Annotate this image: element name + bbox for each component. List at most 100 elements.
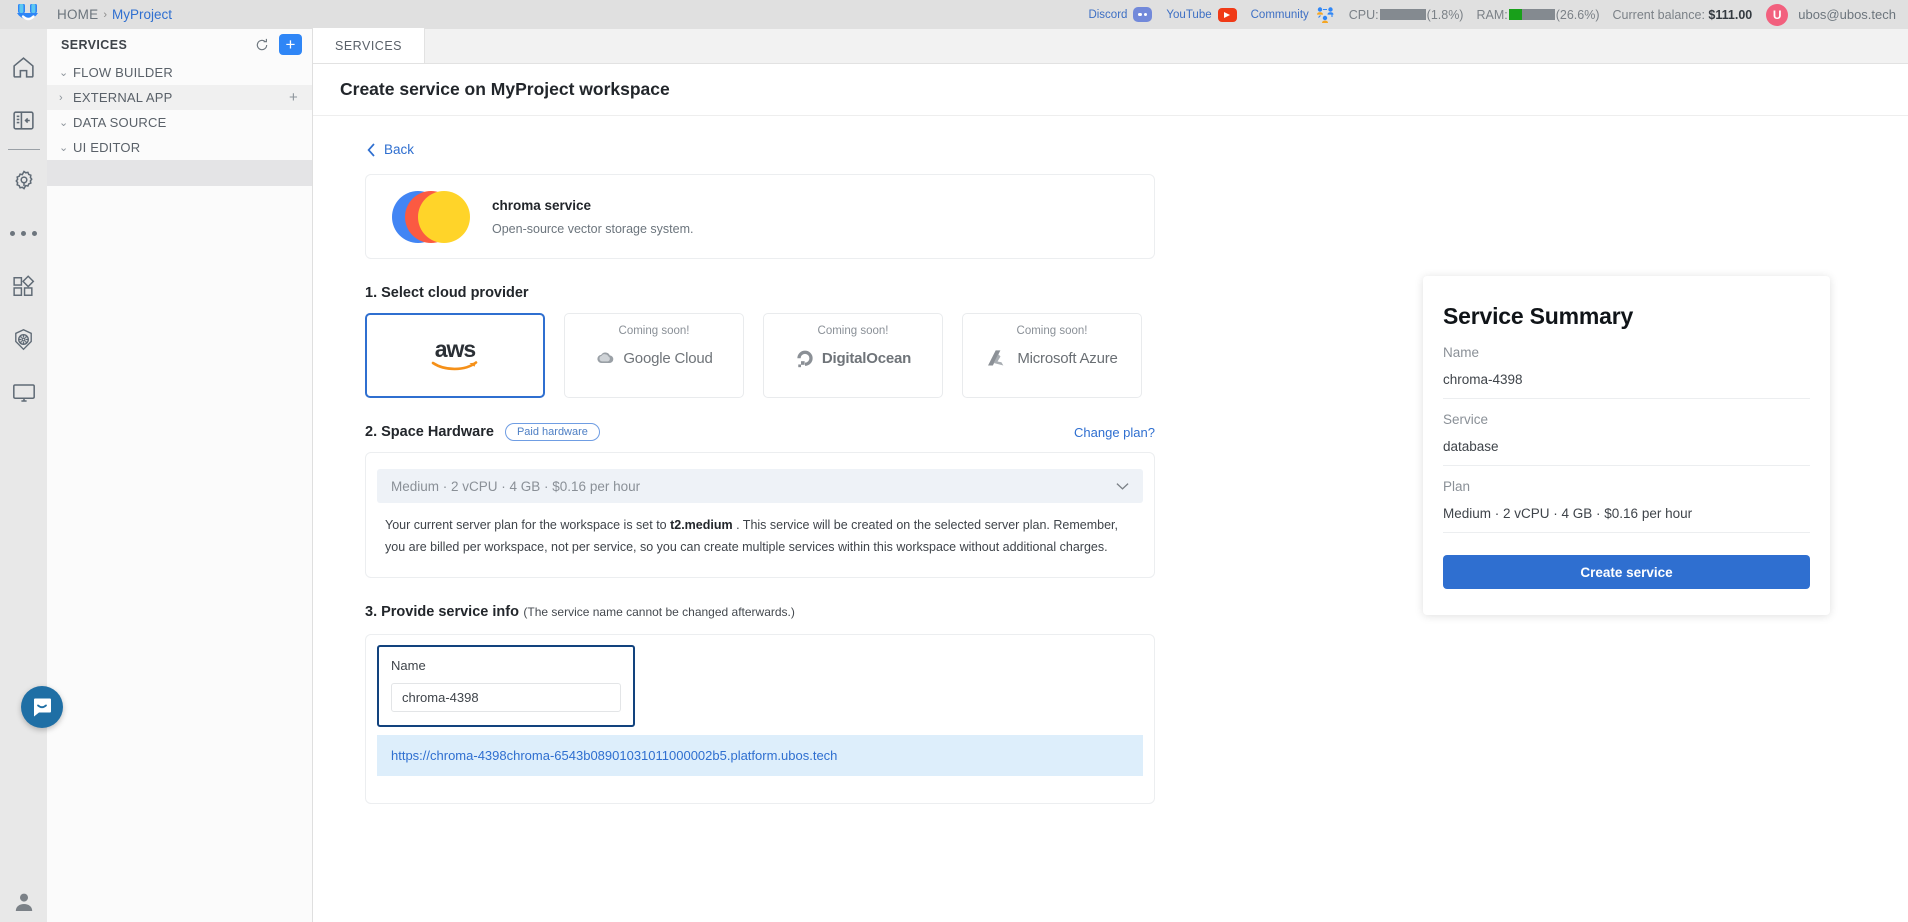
name-field-group: Name — [377, 644, 635, 727]
community-label: Community — [1250, 8, 1309, 21]
service-url-link[interactable]: https://chroma-4398chroma-6543b089010310… — [391, 748, 837, 763]
intercom-chat-button[interactable] — [21, 686, 63, 728]
community-link[interactable]: Community — [1251, 6, 1335, 24]
monitor-icon[interactable] — [0, 366, 47, 419]
summary-label-service: Service — [1443, 412, 1489, 427]
cpu-metric: CPU: (1.8%) — [1349, 8, 1464, 22]
form-column: chroma service Open-source vector storag… — [365, 174, 1155, 804]
sidebar-item-data-source[interactable]: ⌄ DATA SOURCE — [47, 110, 312, 135]
refresh-icon[interactable] — [254, 37, 270, 53]
step-1-title: 1. Select cloud provider — [365, 285, 529, 301]
youtube-link[interactable]: YouTube — [1166, 7, 1237, 22]
ram-metric: RAM: (26.6%) — [1476, 8, 1599, 22]
microsoft-azure-label: Microsoft Azure — [1017, 350, 1118, 367]
chevron-down-icon: ⌄ — [59, 67, 69, 79]
summary-divider — [1443, 532, 1810, 533]
sidebar-selection-highlight — [47, 160, 312, 186]
sidebar-item-external-app[interactable]: › EXTERNAL APP + — [47, 85, 312, 110]
settings-wrench-icon[interactable] — [0, 154, 47, 207]
app-root: HOME › MyProject Discord YouTube Communi… — [0, 0, 1908, 922]
more-dots-icon[interactable] — [0, 207, 47, 260]
service-info-card: Name https://chroma-4398chroma-6543b0890… — [365, 633, 1155, 804]
tab-services[interactable]: SERVICES — [313, 28, 425, 63]
create-service-button[interactable]: Create service — [1443, 555, 1810, 589]
coming-soon-label: Coming soon! — [817, 325, 889, 337]
breadcrumb-project[interactable]: MyProject — [112, 7, 172, 22]
services-panel: SERVICES + ⌄ FLOW BUILDER › EXTERNAL APP… — [47, 29, 313, 922]
page-content: Back chroma service Open-source vector s… — [313, 116, 1908, 922]
add-external-app-icon[interactable]: + — [289, 89, 298, 106]
top-bar: HOME › MyProject Discord YouTube Communi… — [0, 0, 1908, 29]
service-url-strip: https://chroma-4398chroma-6543b089010310… — [377, 734, 1143, 776]
summary-label-name: Name — [1443, 345, 1480, 360]
back-button[interactable]: Back — [367, 142, 414, 157]
chevron-down-icon: ⌄ — [59, 142, 69, 154]
summary-value-name: chroma-4398 — [1443, 372, 1523, 387]
tab-bar: SERVICES — [313, 28, 1908, 64]
service-description: Open-source vector storage system. — [492, 221, 694, 236]
provider-card-digitalocean[interactable]: Coming soon! DigitalOcean — [763, 313, 943, 398]
aws-label: aws — [434, 335, 476, 362]
plan-select-value: Medium · 2 vCPU · 4 GB · $0.16 per hour — [391, 478, 641, 494]
chevron-right-icon: › — [59, 91, 63, 104]
services-panel-title: SERVICES — [61, 37, 128, 52]
rail-divider — [7, 149, 40, 150]
plan-select[interactable]: Medium · 2 vCPU · 4 GB · $0.16 per hour — [377, 469, 1143, 503]
change-plan-link[interactable]: Change plan? — [1074, 425, 1155, 440]
apps-grid-icon[interactable] — [0, 260, 47, 313]
aws-icon: aws — [431, 335, 479, 373]
sidebar-item-label: UI EDITOR — [73, 140, 141, 155]
coming-soon-label: Coming soon! — [618, 325, 690, 337]
digitalocean-brand: DigitalOcean — [795, 349, 911, 369]
page-title-bar: Create service on MyProject workspace — [313, 64, 1908, 116]
chevron-down-icon — [1116, 482, 1129, 491]
panel-collapse-icon[interactable] — [0, 94, 47, 147]
home-icon[interactable] — [0, 41, 47, 94]
step-3-section: 3. Provide service info (The service nam… — [365, 603, 1155, 804]
avatar[interactable]: U — [1766, 3, 1789, 26]
balance-amount: $111.00 — [1708, 7, 1753, 22]
service-name-input[interactable] — [391, 682, 621, 712]
community-icon — [1315, 6, 1335, 24]
summary-title: Service Summary — [1443, 303, 1634, 329]
breadcrumb: HOME › MyProject — [57, 7, 172, 22]
google-cloud-label: Google Cloud — [623, 350, 713, 367]
step-3-subtitle: (The service name cannot be changed afte… — [523, 604, 795, 619]
sidebar-item-label: DATA SOURCE — [73, 115, 167, 130]
microsoft-azure-brand: Microsoft Azure — [986, 349, 1118, 368]
cpu-bar — [1379, 8, 1426, 20]
top-bar-right: Discord YouTube Community CPU: (1.8%) RA… — [1088, 3, 1908, 26]
ram-label: RAM: — [1476, 7, 1508, 22]
youtube-icon — [1217, 7, 1237, 22]
service-name: chroma service — [492, 197, 592, 213]
service-summary-panel: Service Summary Name chroma-4398 Service… — [1423, 276, 1830, 615]
summary-value-plan: Medium · 2 vCPU · 4 GB · $0.16 per hour — [1443, 506, 1693, 521]
digitalocean-label: DigitalOcean — [821, 350, 912, 367]
ram-value: (26.6%) — [1555, 7, 1600, 22]
microsoft-azure-icon — [986, 349, 1010, 368]
ubos-logo[interactable] — [0, 0, 57, 29]
service-header-text: chroma service Open-source vector storag… — [492, 198, 693, 236]
sidebar-item-ui-editor[interactable]: ⌄ UI EDITOR — [47, 135, 312, 160]
service-header-card: chroma service Open-source vector storag… — [365, 174, 1155, 259]
user-email[interactable]: ubos@ubos.tech — [1798, 7, 1896, 22]
kubernetes-icon[interactable] — [0, 313, 47, 366]
sidebar-item-flow-builder[interactable]: ⌄ FLOW BUILDER — [47, 60, 312, 85]
discord-link[interactable]: Discord — [1088, 7, 1153, 22]
dots — [10, 231, 37, 236]
hardware-note-plan: t2.medium — [670, 518, 733, 532]
provider-card-aws[interactable]: aws — [365, 313, 545, 398]
provider-list: aws Coming soon! Google Cloud Coming soo… — [365, 313, 1155, 398]
summary-value-service: database — [1443, 439, 1499, 454]
summary-divider — [1443, 398, 1810, 399]
provider-card-google-cloud[interactable]: Coming soon! Google Cloud — [564, 313, 744, 398]
paid-hardware-badge: Paid hardware — [504, 423, 600, 441]
step-2-title: 2. Space Hardware — [365, 424, 494, 440]
breadcrumb-home[interactable]: HOME — [57, 7, 98, 22]
add-service-button[interactable]: + — [279, 34, 302, 55]
account-icon[interactable] — [0, 890, 47, 914]
step-3-title: 3. Provide service info — [365, 603, 519, 620]
digitalocean-icon — [795, 349, 815, 369]
hardware-note: Your current server plan for the workspa… — [377, 503, 1143, 559]
provider-card-microsoft-azure[interactable]: Coming soon! Microsoft Azure — [962, 313, 1142, 398]
